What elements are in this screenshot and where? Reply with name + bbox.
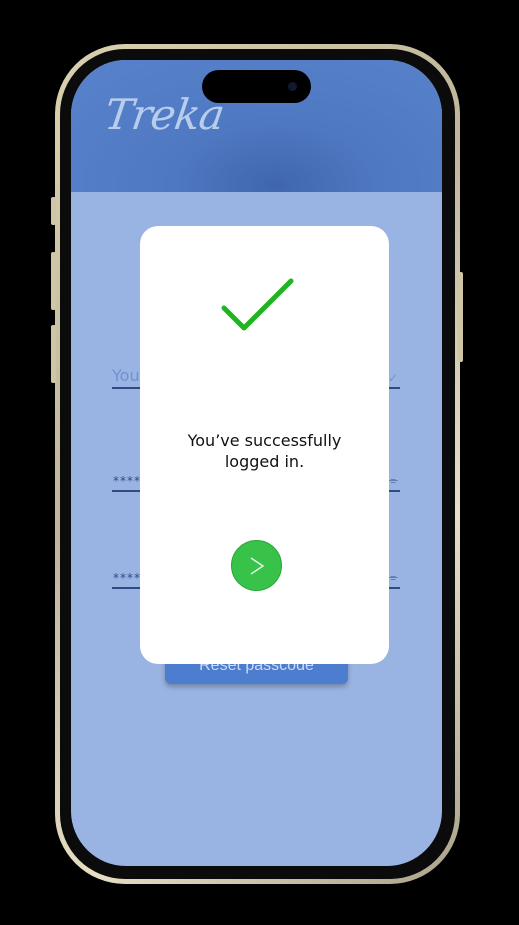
success-dialog: You’ve successfully logged in. (140, 226, 389, 664)
eye-icon[interactable]: ⌯ (388, 473, 398, 488)
passcode-mask: **** (113, 474, 141, 488)
dynamic-island (202, 70, 311, 103)
success-message-line1: You’ve successfully (187, 431, 342, 450)
checkmark-icon (221, 278, 294, 331)
power-button (458, 272, 463, 362)
success-message-line2: logged in. (224, 452, 305, 471)
eye-icon[interactable]: ⌯ (388, 570, 398, 585)
action-button (51, 197, 56, 225)
volume-up-button (51, 252, 56, 310)
check-small-icon: ✓ (387, 371, 398, 385)
confirm-passcode-mask: **** (113, 571, 141, 585)
chevron-right-icon (250, 556, 264, 575)
success-message: You’ve successfully logged in. (140, 430, 389, 472)
screen: Treka Your email ✓ **** ⌯ **** ⌯ Reset p… (71, 60, 442, 866)
volume-down-button (51, 325, 56, 383)
camera-icon (288, 82, 297, 91)
continue-button[interactable] (231, 540, 282, 591)
